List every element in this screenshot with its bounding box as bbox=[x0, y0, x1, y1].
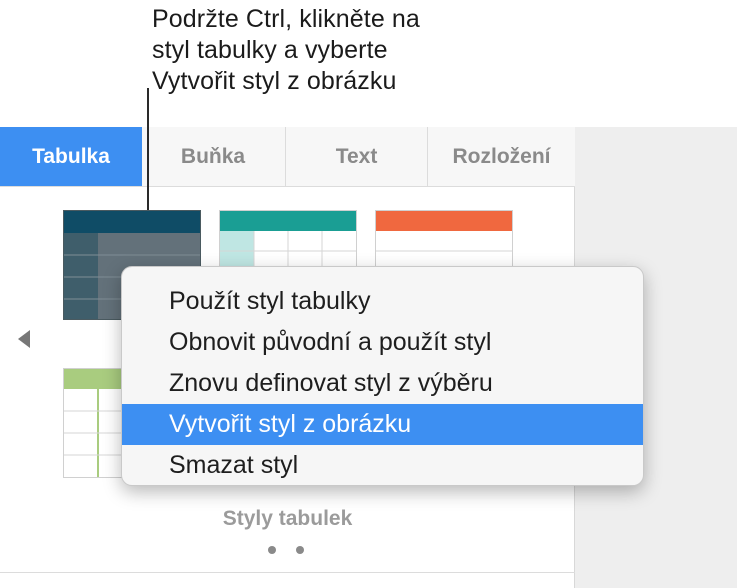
table-style-thumb-orange[interactable] bbox=[375, 210, 513, 270]
table-styles-label: Styly tabulek bbox=[222, 507, 353, 530]
menu-item-smazat-styl[interactable]: Smazat styl bbox=[122, 445, 643, 486]
instruction-callout: Podržte Ctrl, klikněte na styl tabulky a… bbox=[152, 4, 632, 97]
tab-rozlozeni[interactable]: Rozložení bbox=[427, 127, 575, 186]
callout-line-1: Podržte Ctrl, klikněte na bbox=[152, 5, 420, 33]
menu-item-obnovit-puvodni[interactable]: Obnovit původní a použít styl bbox=[122, 322, 643, 363]
table-style-thumb-teal[interactable] bbox=[219, 210, 357, 270]
tab-tabulka[interactable]: Tabulka bbox=[0, 127, 142, 186]
divider bbox=[0, 572, 575, 573]
menu-item-pouzit-styl[interactable]: Použít styl tabulky bbox=[122, 281, 643, 322]
tab-text[interactable]: Text bbox=[285, 127, 427, 186]
callout-line-3: Vytvořit styl z obrázku bbox=[152, 67, 397, 95]
callout-line-2: styl tabulky a vyberte bbox=[152, 36, 388, 64]
table-style-thumb-green[interactable] bbox=[63, 368, 123, 478]
table-style-green-preview bbox=[64, 369, 122, 477]
tab-bunka[interactable]: Buňka bbox=[142, 127, 284, 186]
context-menu: Použít styl tabulky Obnovit původní a po… bbox=[121, 266, 644, 486]
menu-item-znovu-definovat[interactable]: Znovu definovat styl z výběru bbox=[122, 363, 643, 404]
table-style-teal-preview bbox=[220, 211, 356, 269]
table-style-orange-preview bbox=[376, 211, 512, 252]
page-dot-2[interactable] bbox=[296, 546, 304, 554]
previous-page-arrow-icon[interactable] bbox=[18, 330, 30, 348]
callout-pointer-line bbox=[147, 88, 149, 210]
format-tab-bar: Tabulka Buňka Text Rozložení bbox=[0, 127, 575, 187]
page-dot-1[interactable] bbox=[268, 546, 276, 554]
menu-item-vytvorit-styl[interactable]: Vytvořit styl z obrázku bbox=[122, 404, 643, 445]
